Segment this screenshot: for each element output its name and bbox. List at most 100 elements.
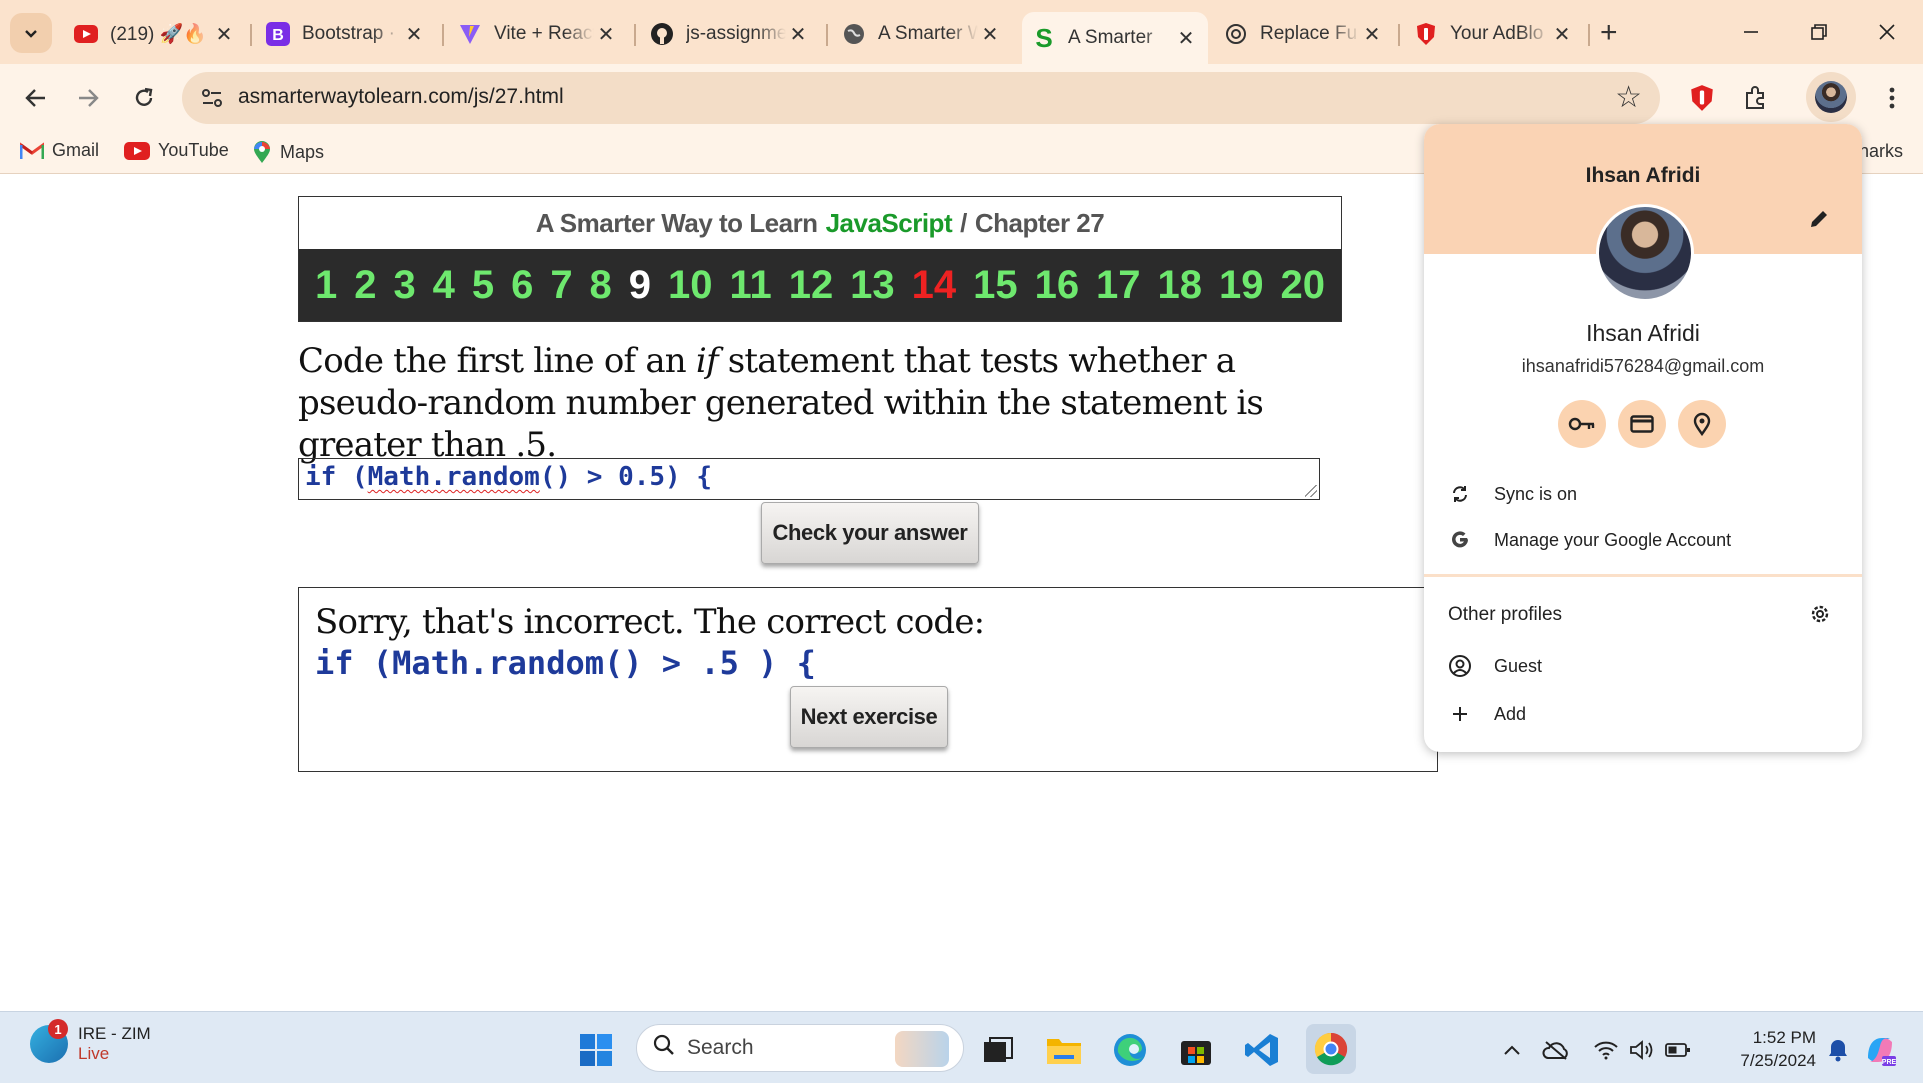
extensions-button[interactable]: [1736, 78, 1776, 118]
sync-icon: [1448, 482, 1472, 506]
site-info-icon[interactable]: [198, 84, 226, 112]
all-bookmarks-label[interactable]: narks: [1859, 141, 1903, 162]
addresses-button[interactable]: [1678, 400, 1726, 448]
task-view-button[interactable]: [976, 1028, 1020, 1072]
tab-title: Bootstrap ·: [302, 23, 395, 44]
chapter-link-5[interactable]: 5: [472, 263, 494, 308]
credit-card-icon: [1630, 415, 1654, 433]
profile-name: Ihsan Afridi: [1586, 320, 1700, 346]
tab-smarter-1[interactable]: A Smarter W ✕: [832, 12, 1012, 56]
profile-email: ihsanafridi576284@gmail.com: [1521, 356, 1765, 376]
file-explorer-button[interactable]: [1042, 1028, 1086, 1072]
chapter-link-2[interactable]: 2: [354, 263, 376, 308]
close-window-button[interactable]: [1862, 12, 1912, 52]
chapter-link-10[interactable]: 10: [668, 263, 713, 308]
chapter-link-1[interactable]: 1: [315, 263, 337, 308]
chapter-link-16[interactable]: 16: [1035, 263, 1080, 308]
chapter-link-19[interactable]: 19: [1219, 263, 1264, 308]
close-icon[interactable]: ✕: [1174, 26, 1198, 51]
answer-spellcheck-word: Math.random: [367, 462, 540, 492]
chapter-link-7[interactable]: 7: [550, 263, 572, 308]
vscode-button[interactable]: [1240, 1028, 1284, 1072]
check-answer-button[interactable]: Check your answer: [761, 502, 979, 564]
clock[interactable]: 1:52 PM 7/25/2024: [1704, 1026, 1816, 1072]
tab-openai[interactable]: Replace Fu ✕: [1214, 12, 1394, 56]
close-icon[interactable]: ✕: [1360, 22, 1384, 47]
restore-button[interactable]: [1794, 12, 1844, 52]
tab-separator: [1398, 24, 1400, 46]
address-bar[interactable]: asmarterwaytolearn.com/js/27.html ☆: [182, 72, 1660, 124]
chapter-link-17[interactable]: 17: [1096, 263, 1141, 308]
chapter-link-14[interactable]: 14: [912, 263, 957, 308]
guest-profile-row[interactable]: Guest: [1448, 654, 1542, 678]
new-tab-button[interactable]: +: [1600, 16, 1618, 50]
tab-vite[interactable]: Vite + React ✕: [448, 12, 628, 56]
back-button[interactable]: [16, 78, 56, 118]
forward-button[interactable]: [68, 78, 108, 118]
store-button[interactable]: [1174, 1028, 1218, 1072]
close-icon[interactable]: ✕: [978, 22, 1002, 47]
tab-youtube[interactable]: (219) 🚀🔥 ✕: [64, 12, 246, 56]
add-profile-row[interactable]: Add: [1448, 702, 1526, 726]
reload-button[interactable]: [124, 78, 164, 118]
tab-bootstrap[interactable]: B Bootstrap · ✕: [256, 12, 436, 56]
chapter-link-9[interactable]: 9: [629, 263, 651, 308]
bookmark-gmail[interactable]: Gmail: [20, 140, 99, 161]
chapter-link-11[interactable]: 11: [729, 263, 771, 308]
manage-account-row[interactable]: Manage your Google Account: [1448, 528, 1731, 552]
chapter-link-12[interactable]: 12: [789, 263, 834, 308]
passwords-button[interactable]: [1558, 400, 1606, 448]
resize-handle[interactable]: [1305, 485, 1317, 497]
bookmark-label: YouTube: [158, 140, 229, 160]
close-icon[interactable]: ✕: [786, 22, 810, 47]
next-exercise-button[interactable]: Next exercise: [790, 686, 948, 748]
chapter-link-8[interactable]: 8: [590, 263, 612, 308]
youtube-icon: [124, 141, 150, 160]
chapter-link-13[interactable]: 13: [850, 263, 895, 308]
chapter-link-3[interactable]: 3: [393, 263, 415, 308]
folder-icon: [1047, 1039, 1081, 1064]
bookmark-maps[interactable]: Maps: [252, 140, 324, 164]
tab-github[interactable]: js-assignment ✕: [640, 12, 820, 56]
onedrive-button[interactable]: [1540, 1034, 1572, 1066]
answer-textarea[interactable]: if (Math.random() > 0.5) {: [298, 458, 1320, 500]
chapter-link-6[interactable]: 6: [511, 263, 533, 308]
chapter-link-15[interactable]: 15: [973, 263, 1018, 308]
adblock-extension-button[interactable]: [1682, 78, 1722, 118]
store-icon: [1181, 1041, 1211, 1065]
chapter-link-4[interactable]: 4: [433, 263, 455, 308]
chapter-link-18[interactable]: 18: [1158, 263, 1203, 308]
bookmark-youtube[interactable]: YouTube: [124, 140, 229, 161]
close-icon[interactable]: ✕: [212, 22, 236, 47]
tab-search-button[interactable]: [10, 13, 52, 53]
lesson-title: A Smarter Way to Learn JavaScript / Chap…: [299, 197, 1341, 249]
taskbar-search[interactable]: Search: [636, 1024, 964, 1072]
tab-smarter-active[interactable]: S A Smarter ✕: [1022, 12, 1208, 64]
title-brand[interactable]: JavaScript: [826, 208, 953, 239]
close-icon[interactable]: ✕: [1550, 22, 1574, 47]
notifications-button[interactable]: [1822, 1034, 1854, 1066]
edit-profile-button[interactable]: [1808, 208, 1830, 237]
payment-methods-button[interactable]: [1618, 400, 1666, 448]
volume-button[interactable]: [1626, 1034, 1658, 1066]
chrome-button[interactable]: [1306, 1024, 1356, 1074]
edge-button[interactable]: [1108, 1028, 1152, 1072]
manage-profiles-button[interactable]: [1808, 602, 1832, 631]
show-hidden-icons-button[interactable]: [1496, 1034, 1528, 1066]
tab-adblock[interactable]: Your AdBlo ✕: [1404, 12, 1584, 56]
account-circle-icon: [1448, 654, 1472, 678]
star-icon[interactable]: ☆: [1615, 80, 1642, 115]
menu-button[interactable]: [1872, 78, 1912, 118]
start-button[interactable]: [574, 1028, 618, 1072]
battery-button[interactable]: [1662, 1034, 1694, 1066]
sync-row[interactable]: Sync is on: [1448, 482, 1577, 506]
windows-logo-icon: [580, 1034, 612, 1066]
close-icon[interactable]: ✕: [402, 22, 426, 47]
widgets-button[interactable]: 1 IRE - ZIM Live: [30, 1019, 151, 1064]
copilot-button[interactable]: PRE: [1860, 1030, 1900, 1070]
chapter-link-20[interactable]: 20: [1280, 263, 1325, 308]
profile-button[interactable]: [1806, 72, 1856, 122]
minimize-button[interactable]: [1726, 12, 1776, 52]
close-icon[interactable]: ✕: [594, 22, 618, 47]
network-button[interactable]: [1590, 1034, 1622, 1066]
